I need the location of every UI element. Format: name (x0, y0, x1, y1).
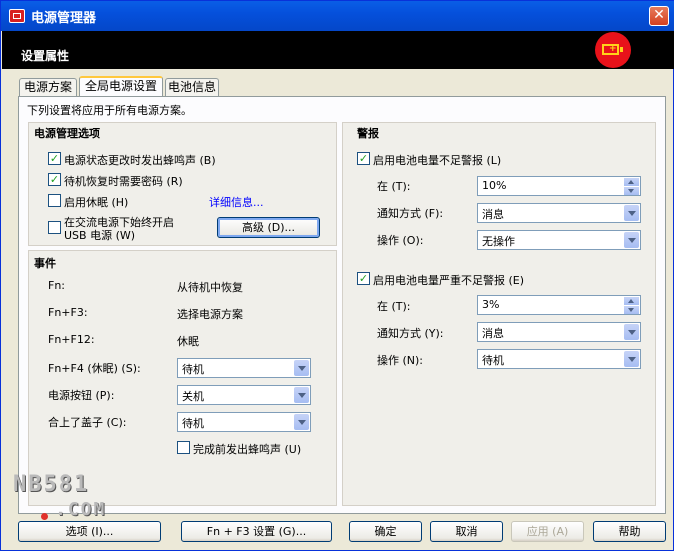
usb-power-label-line2: USB 电源 (W) (64, 229, 136, 242)
fn-f12-label: Fn+F12: (48, 333, 95, 346)
beep-on-change-label: 电源状态更改时发出蜂鸣声 (B) (64, 154, 216, 167)
low-action-select[interactable]: 无操作 (477, 230, 641, 250)
chevron-down-icon[interactable] (624, 351, 639, 367)
fn-f4-select[interactable]: 待机 (177, 358, 311, 378)
fn-f4-value: 待机 (182, 363, 204, 376)
watermark-logo-line1: NB581 (13, 472, 90, 497)
low-at-value: 10% (482, 179, 507, 192)
password-on-resume-checkbox[interactable]: ✓ (48, 173, 61, 186)
critical-battery-alarm-label: 启用电池电量严重不足警报 (E) (373, 274, 525, 287)
battery-icon: + (595, 32, 631, 68)
beep-on-change-checkbox[interactable]: ✓ (48, 152, 61, 165)
low-notify-label: 通知方式 (F): (377, 207, 444, 220)
window-title: 电源管理器 (31, 11, 97, 26)
title-bar[interactable] (1, 1, 674, 31)
chevron-down-icon[interactable] (624, 232, 639, 248)
critical-action-value: 待机 (482, 354, 504, 367)
critical-notify-label: 通知方式 (Y): (377, 327, 444, 340)
tab-global-settings[interactable]: 全局电源设置 (79, 76, 163, 96)
critical-action-label: 操作 (N): (377, 354, 424, 367)
power-manager-window: 电源管理器 ✕ 设置属性 + 电源方案 全局电源设置 电池信息 下列设置将应用于… (0, 0, 674, 551)
critical-at-spinner[interactable]: 3% (477, 295, 641, 315)
tab-power-schemes[interactable]: 电源方案 (19, 78, 77, 96)
fn-label: Fn: (48, 279, 66, 292)
fn-f12-value: 休眠 (177, 335, 199, 348)
low-battery-alarm-label: 启用电池电量不足警报 (L) (373, 154, 502, 167)
low-battery-alarm-checkbox[interactable]: ✓ (357, 152, 370, 165)
battery-app-icon (9, 9, 25, 23)
chevron-down-icon[interactable] (294, 414, 309, 430)
critical-notify-select[interactable]: 消息 (477, 322, 641, 342)
watermark-logo-line2: .COM (55, 499, 107, 520)
lid-close-select[interactable]: 待机 (177, 412, 311, 432)
cancel-button[interactable]: 取消 (430, 521, 503, 542)
critical-at-value: 3% (482, 298, 500, 311)
critical-action-select[interactable]: 待机 (477, 349, 641, 369)
chevron-down-icon[interactable] (624, 324, 639, 340)
advanced-button[interactable]: 高级 (D)... (217, 217, 320, 238)
apply-button[interactable]: 应用 (A) (511, 521, 584, 542)
critical-at-label: 在 (T): (377, 300, 411, 313)
usb-power-checkbox[interactable] (48, 221, 61, 234)
critical-battery-alarm-checkbox[interactable]: ✓ (357, 272, 370, 285)
tab-battery-info[interactable]: 电池信息 (165, 78, 219, 96)
spin-up-icon[interactable] (624, 297, 639, 305)
critical-notify-value: 消息 (482, 327, 504, 340)
watermark-dot (41, 513, 48, 520)
power-button-select[interactable]: 关机 (177, 385, 311, 405)
header-banner (2, 31, 674, 69)
power-button-label: 电源按钮 (P): (48, 389, 115, 402)
lid-close-value: 待机 (182, 417, 204, 430)
chevron-down-icon[interactable] (294, 387, 309, 403)
lid-close-label: 合上了盖子 (C): (48, 416, 127, 429)
details-link[interactable]: 详细信息... (209, 194, 264, 210)
fn-f4-label: Fn+F4 (休眠) (S): (48, 362, 141, 375)
help-button[interactable]: 帮助 (593, 521, 666, 542)
close-button[interactable]: ✕ (649, 6, 669, 26)
fn-value: 从待机中恢复 (177, 281, 243, 294)
low-action-label: 操作 (O): (377, 234, 424, 247)
panel-description: 下列设置将应用于所有电源方案。 (27, 104, 192, 117)
power-button-value: 关机 (182, 390, 204, 403)
banner-title: 设置属性 (21, 49, 70, 63)
low-at-label: 在 (T): (377, 180, 411, 193)
enable-hibernate-label: 启用休眠 (H) (64, 196, 129, 209)
spin-up-icon[interactable] (624, 178, 639, 186)
alarms-title: 警报 (357, 127, 379, 140)
enable-hibernate-checkbox[interactable] (48, 194, 61, 207)
options-button[interactable]: 选项 (I)... (18, 521, 161, 542)
low-action-value: 无操作 (482, 235, 515, 248)
password-on-resume-label: 待机恢复时需要密码 (R) (64, 175, 183, 188)
fn-f3-label: Fn+F3: (48, 306, 88, 319)
chevron-down-icon[interactable] (294, 360, 309, 376)
ok-button[interactable]: 确定 (349, 521, 422, 542)
low-notify-select[interactable]: 消息 (477, 203, 641, 223)
events-title: 事件 (34, 257, 56, 270)
spin-down-icon[interactable] (624, 306, 639, 314)
low-notify-value: 消息 (482, 208, 504, 221)
chevron-down-icon[interactable] (624, 205, 639, 221)
power-options-title: 电源管理选项 (34, 127, 100, 140)
low-at-spinner[interactable]: 10% (477, 176, 641, 196)
beep-before-label: 完成前发出蜂鸣声 (U) (193, 443, 302, 456)
beep-before-checkbox[interactable] (177, 441, 190, 454)
fn-f3-value: 选择电源方案 (177, 308, 243, 321)
fn-f3-settings-button[interactable]: Fn + F3 设置 (G)... (181, 521, 332, 542)
spin-down-icon[interactable] (624, 187, 639, 195)
